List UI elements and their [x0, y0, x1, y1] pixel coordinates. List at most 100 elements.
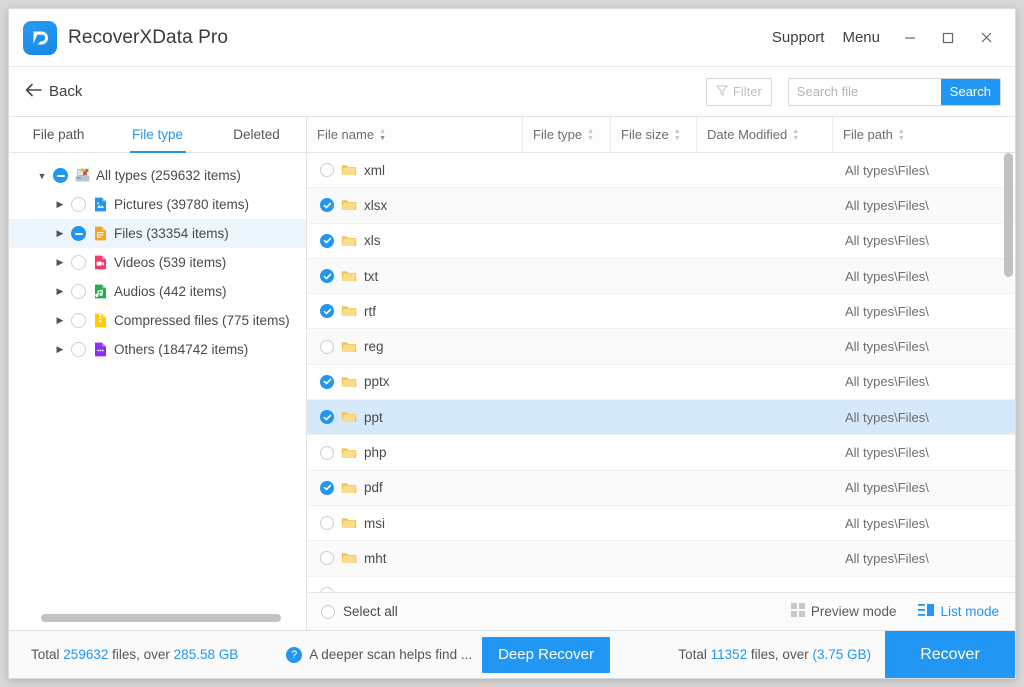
table-row[interactable]: xmlAll types\Files\ — [307, 153, 1015, 188]
table-row[interactable]: regAll types\Files\ — [307, 329, 1015, 364]
filter-button[interactable]: Filter — [706, 78, 772, 106]
row-checkbox[interactable] — [320, 269, 334, 283]
table-row[interactable] — [307, 577, 1015, 592]
table-row[interactable]: pptxAll types\Files\ — [307, 365, 1015, 400]
folder-icon — [341, 198, 357, 212]
tree-item-checkbox[interactable] — [53, 168, 68, 183]
deep-recover-button[interactable]: Deep Recover — [482, 637, 610, 673]
recover-button[interactable]: Recover — [885, 631, 1015, 679]
tree-item-label: Compressed files (775 items) — [114, 313, 290, 328]
tree-item[interactable]: ▶Videos (539 items) — [9, 248, 306, 277]
row-checkbox[interactable] — [320, 587, 334, 592]
row-checkbox[interactable] — [320, 516, 334, 530]
file-name-cell: rtf — [307, 304, 523, 319]
tree-item-checkbox[interactable] — [71, 226, 86, 241]
row-checkbox[interactable] — [320, 234, 334, 248]
chevron-right-icon[interactable]: ▶ — [53, 344, 67, 355]
menu-link[interactable]: Menu — [833, 25, 889, 50]
row-checkbox[interactable] — [320, 481, 334, 495]
sidebar-tab-file-type[interactable]: File type — [108, 117, 207, 152]
list-mode-button[interactable]: List mode — [918, 603, 999, 620]
file-name-cell: pdf — [307, 480, 523, 495]
tree-item-checkbox[interactable] — [71, 313, 86, 328]
tree-item[interactable]: ▶Others (184742 items) — [9, 335, 306, 364]
selected-files-size: (3.75 GB) — [812, 647, 871, 662]
table-row[interactable]: phpAll types\Files\ — [307, 435, 1015, 470]
tree-item-checkbox[interactable] — [71, 197, 86, 212]
file-path-cell: All types\Files\ — [833, 233, 1015, 248]
column-header-date-modified[interactable]: Date Modified▲▼ — [697, 117, 833, 152]
sort-arrows-icon[interactable]: ▲▼ — [792, 128, 799, 142]
recoverxdata-logo-icon — [23, 21, 57, 55]
question-mark-icon[interactable]: ? — [286, 647, 302, 663]
chevron-right-icon[interactable]: ▶ — [53, 257, 67, 268]
file-name-cell: php — [307, 445, 523, 460]
table-row[interactable]: mhtAll types\Files\ — [307, 541, 1015, 576]
table-row[interactable]: pptAll types\Files\ — [307, 400, 1015, 435]
tree-item[interactable]: ▶Files (33354 items) — [9, 219, 306, 248]
tree-item[interactable]: ▶Pictures (39780 items) — [9, 190, 306, 219]
folder-icon — [341, 481, 357, 495]
table-row[interactable]: msiAll types\Files\ — [307, 506, 1015, 541]
file-list-vscrollbar-thumb[interactable] — [1004, 153, 1013, 277]
file-name-label: mht — [364, 551, 387, 566]
column-header-file-name[interactable]: File name▲▼ — [307, 117, 523, 152]
minimize-icon[interactable] — [893, 21, 927, 55]
sidebar-tab-label: File type — [132, 127, 183, 142]
column-header-file-path[interactable]: File path▲▼ — [833, 117, 1015, 152]
list-mode-label: List mode — [940, 604, 999, 619]
chevron-down-icon[interactable]: ▼ — [35, 171, 49, 181]
title-bar: RecoverXData Pro Support Menu — [9, 9, 1015, 67]
search-button[interactable]: Search — [941, 79, 1000, 105]
folder-icon — [341, 516, 357, 530]
table-row[interactable]: xlsxAll types\Files\ — [307, 188, 1015, 223]
back-label: Back — [49, 83, 82, 100]
row-checkbox[interactable] — [320, 410, 334, 424]
row-checkbox[interactable] — [320, 375, 334, 389]
table-row[interactable]: txtAll types\Files\ — [307, 259, 1015, 294]
table-row[interactable]: xlsAll types\Files\ — [307, 224, 1015, 259]
sort-arrows-icon[interactable]: ▲▼ — [587, 128, 594, 142]
file-type-tree: ▼All types (259632 items)▶Pictures (3978… — [9, 153, 306, 608]
sort-arrows-icon[interactable]: ▲▼ — [898, 128, 905, 142]
back-button[interactable]: Back — [25, 83, 82, 101]
tree-item[interactable]: ▶ Compressed files (775 items) — [9, 306, 306, 335]
row-checkbox[interactable] — [320, 198, 334, 212]
column-header-file-size[interactable]: File size ▲▼ — [611, 117, 697, 152]
table-row[interactable]: pdfAll types\Files\ — [307, 471, 1015, 506]
row-checkbox[interactable] — [320, 446, 334, 460]
table-row[interactable]: rtfAll types\Files\ — [307, 294, 1015, 329]
select-all-checkbox[interactable] — [321, 605, 335, 619]
sort-arrows-icon[interactable]: ▲▼ — [674, 128, 681, 142]
search-input[interactable] — [789, 79, 941, 105]
tree-item-checkbox[interactable] — [71, 255, 86, 270]
tree-item-checkbox[interactable] — [71, 342, 86, 357]
sidebar-tab-deleted[interactable]: Deleted — [207, 117, 306, 152]
column-header-label: File type — [533, 127, 582, 142]
tree-item-checkbox[interactable] — [71, 284, 86, 299]
deep-scan-hint: A deeper scan helps find ... — [309, 647, 472, 662]
row-checkbox[interactable] — [320, 340, 334, 354]
sort-arrows-icon[interactable]: ▲▼ — [379, 128, 386, 142]
tree-item[interactable]: ▼All types (259632 items) — [9, 161, 306, 190]
chevron-right-icon[interactable]: ▶ — [53, 315, 67, 326]
chevron-right-icon[interactable]: ▶ — [53, 228, 67, 239]
tree-item[interactable]: ▶Audios (442 items) — [9, 277, 306, 306]
support-link[interactable]: Support — [763, 25, 834, 50]
chevron-right-icon[interactable]: ▶ — [53, 286, 67, 297]
sidebar-tab-file-path[interactable]: File path — [9, 117, 108, 152]
sidebar-hscrollbar-thumb[interactable] — [41, 614, 281, 622]
folder-icon — [341, 269, 357, 283]
file-list-vscrollbar-track[interactable] — [1004, 153, 1013, 592]
chevron-right-icon[interactable]: ▶ — [53, 199, 67, 210]
preview-mode-button[interactable]: Preview mode — [791, 603, 897, 620]
column-header-label: File size — [621, 127, 669, 142]
select-all-control[interactable]: Select all — [321, 604, 398, 619]
row-checkbox[interactable] — [320, 304, 334, 318]
row-checkbox[interactable] — [320, 163, 334, 177]
close-icon[interactable] — [969, 21, 1003, 55]
maximize-icon[interactable] — [931, 21, 965, 55]
sidebar-hscrollbar-track[interactable] — [9, 608, 306, 630]
column-header-file-type[interactable]: File type ▲▼ — [523, 117, 611, 152]
row-checkbox[interactable] — [320, 551, 334, 565]
